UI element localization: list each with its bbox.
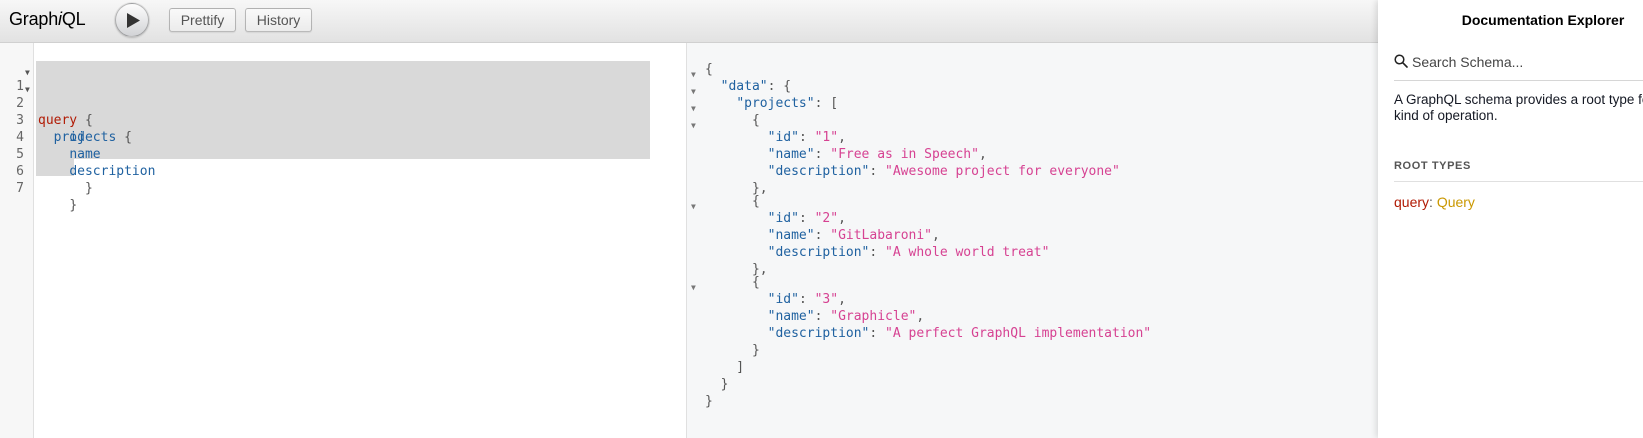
name-key: "name" [767, 309, 815, 324]
history-button[interactable]: History [245, 8, 312, 32]
root-type-query: query: Query [1394, 194, 1475, 210]
search-schema-input[interactable] [1412, 52, 1643, 72]
result-line: "projects": [ [736, 96, 839, 111]
description-value: "Awesome project for everyone" [885, 164, 1120, 179]
graphiql-logo: GraphiQL [9, 9, 86, 30]
doc-explorer-title: Documentation Explorer [1461, 12, 1625, 28]
name-key: "name" [767, 147, 815, 162]
id-key: "id" [767, 292, 799, 307]
graphiql-app: GraphiQL Prettify History 1 ▼ query { 2 … [0, 0, 1643, 438]
result-viewer[interactable]: ▼ ▼ ▼ ▼ ▼ ▼ { "data": { "projects": [ { … [686, 43, 1378, 438]
root-type-separator: : [1429, 194, 1437, 210]
result-line: "name": "GitLabaroni", [767, 228, 940, 243]
id-value: "2" [814, 211, 839, 226]
line-1: 1 ▼ query { [0, 61, 93, 128]
result-line: "id": "1", [767, 130, 846, 145]
fold-arrow-icon[interactable]: ▼ [691, 279, 696, 296]
schema-description: A GraphQL schema provides a root type fo… [1394, 92, 1643, 124]
play-icon [127, 12, 140, 28]
name-value: "Graphicle" [830, 309, 917, 324]
field-id: id [69, 130, 85, 145]
id-value: "1" [814, 130, 839, 145]
line-6: 6 } [0, 146, 93, 196]
root-type-key: query [1394, 194, 1430, 210]
result-line: "description": "A whole world treat" [767, 245, 1050, 260]
line-7: 7 } [0, 163, 77, 213]
section-divider [1394, 181, 1643, 182]
brace: } [69, 198, 78, 213]
fold-arrow-icon[interactable]: ▼ [691, 66, 696, 83]
line-2: 2 ▼ projects { [0, 78, 132, 145]
fold-arrow-icon[interactable]: ▼ [691, 198, 696, 215]
documentation-explorer: Documentation Explorer A GraphQL schema … [1378, 0, 1643, 438]
root-types-title: ROOT TYPES [1394, 160, 1471, 172]
field-description: description [69, 164, 156, 179]
schema-search [1394, 50, 1643, 81]
result-line: "name": "Graphicle", [767, 309, 925, 324]
result-line: { [705, 194, 760, 209]
result-line: "id": "3", [767, 292, 846, 307]
logo-prefix: Graph [9, 9, 59, 29]
brace: { [84, 113, 93, 128]
line-number: 7 [16, 181, 24, 196]
description-key: "description" [767, 245, 870, 260]
result-line: "id": "2", [767, 211, 846, 226]
name-key: "name" [767, 228, 815, 243]
description-line: A GraphQL schema provides a root type fo… [1394, 92, 1643, 107]
query-editor[interactable]: 1 ▼ query { 2 ▼ projects { 3 id 4 name 5… [0, 43, 686, 438]
description-key: "description" [767, 326, 870, 341]
description-value: "A perfect GraphQL implementation" [885, 326, 1152, 341]
data-key: "data" [720, 79, 768, 94]
execute-query-button[interactable] [115, 3, 149, 37]
fold-arrow-icon[interactable]: ▼ [691, 117, 696, 134]
description-value: "A whole world treat" [885, 245, 1050, 260]
brace: { [124, 130, 132, 145]
line-5: 5 description [0, 129, 155, 179]
id-key: "id" [767, 130, 799, 145]
result-line: } [705, 377, 729, 392]
root-type-link[interactable]: Query [1437, 194, 1475, 210]
fold-arrow-icon[interactable]: ▼ [691, 100, 696, 117]
prettify-button[interactable]: Prettify [169, 8, 236, 32]
code-text: } [38, 197, 77, 214]
result-line: ] [705, 360, 745, 375]
result-line: "data": { [720, 79, 792, 94]
result-line: } [705, 394, 713, 409]
code-text: description [38, 163, 155, 180]
id-value: "3" [814, 292, 839, 307]
projects-key: "projects" [736, 96, 815, 111]
description-line: kind of operation. [1394, 108, 1498, 123]
fold-arrow-icon[interactable]: ▼ [691, 83, 696, 100]
field-name: name [69, 147, 101, 162]
result-line: { [705, 275, 760, 290]
line-4: 4 name [0, 112, 100, 162]
name-value: "Free as in Speech" [830, 147, 979, 162]
logo-suffix: QL [61, 9, 86, 29]
result-line: { [705, 62, 713, 77]
result-line: "description": "A perfect GraphQL implem… [767, 326, 1152, 341]
name-value: "GitLabaroni" [830, 228, 932, 243]
description-key: "description" [767, 164, 870, 179]
result-line: } [705, 343, 760, 358]
code-text: name [38, 146, 101, 163]
result-line: { [705, 113, 760, 128]
toolbar: GraphiQL Prettify History [0, 0, 1378, 43]
line-3: 3 id [0, 95, 85, 145]
result-line: "description": "Awesome project for ever… [767, 164, 1120, 179]
result-line: "name": "Free as in Speech", [767, 147, 987, 162]
brace: } [84, 181, 93, 196]
search-icon [1394, 54, 1408, 73]
id-key: "id" [767, 211, 799, 226]
